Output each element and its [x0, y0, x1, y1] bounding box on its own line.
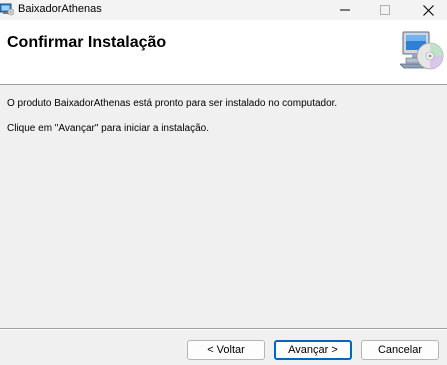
maximize-icon — [380, 5, 390, 15]
installer-window: BaixadorAthenas Confirmar Instalação O p… — [0, 0, 447, 365]
page-title: Confirmar Instalação — [7, 34, 167, 51]
close-button[interactable] — [405, 0, 447, 20]
back-button[interactable]: < Voltar — [187, 340, 265, 360]
maximize-button[interactable] — [362, 0, 408, 20]
title-bar[interactable]: BaixadorAthenas — [0, 0, 447, 20]
footer-separator — [0, 328, 447, 330]
installer-app-icon — [0, 2, 15, 16]
header-banner: Confirmar Instalação — [0, 20, 447, 85]
window-title: BaixadorAthenas — [18, 3, 102, 15]
ready-message: O produto BaixadorAthenas está pronto pa… — [7, 98, 338, 109]
instruction-message: Clique em "Avançar" para iniciar a insta… — [7, 123, 210, 134]
next-button[interactable]: Avançar > — [274, 340, 352, 360]
cancel-button[interactable]: Cancelar — [361, 340, 439, 360]
close-icon — [422, 4, 434, 16]
content-area: O produto BaixadorAthenas está pronto pa… — [0, 85, 447, 328]
computer-disc-icon — [399, 30, 444, 74]
minimize-icon — [340, 5, 350, 15]
